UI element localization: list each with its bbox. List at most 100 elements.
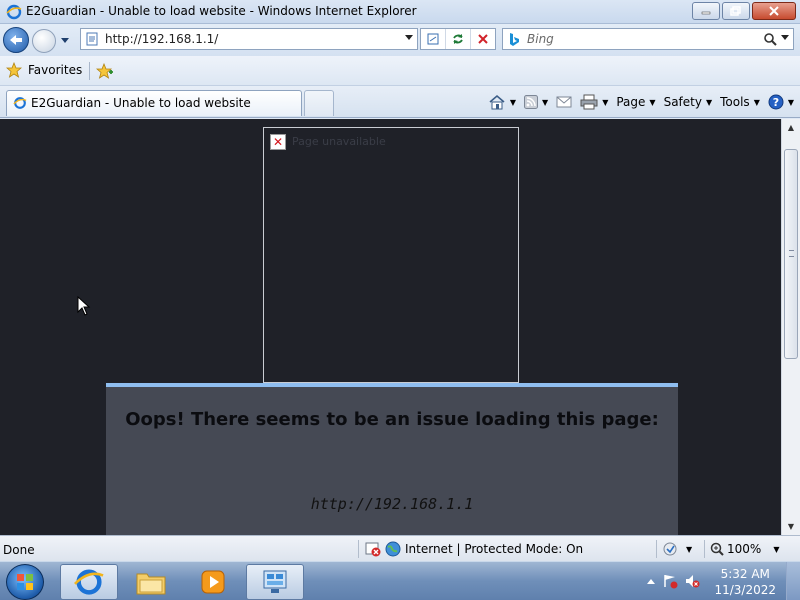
error-panel: Oops! There seems to be an issue loading… [106, 383, 678, 535]
zoom-icon [710, 542, 724, 556]
chevron-down-icon: ▼ [686, 544, 693, 554]
search-placeholder: Bing [527, 32, 554, 46]
clock[interactable]: 5:32 AM 11/3/2022 [714, 566, 776, 598]
security-zone[interactable]: Internet | Protected Mode: On [365, 541, 583, 557]
taskbar-windows-explorer[interactable] [122, 564, 180, 600]
scrollbar-grip [789, 250, 794, 257]
refresh-button[interactable] [446, 29, 471, 49]
chevron-down-icon[interactable]: ▼ [788, 98, 794, 107]
rss-feed-icon [524, 95, 539, 109]
page-menu-button[interactable]: Page ▼ [616, 95, 655, 109]
stop-icon [478, 34, 488, 44]
tools-menu-button[interactable]: Tools ▼ [720, 95, 760, 109]
scrollbar-thumb[interactable] [784, 149, 798, 359]
chevron-down-icon[interactable]: ▼ [602, 98, 608, 107]
minimize-icon [701, 11, 711, 15]
broken-frame-icon: ✕ [270, 134, 286, 150]
close-icon [769, 6, 779, 16]
search-icon[interactable] [763, 32, 777, 46]
navigation-bar: http://192.168.1.1/ Bing [0, 24, 800, 56]
ie-icon [74, 569, 104, 595]
folder-icon [136, 573, 166, 595]
zoom-level: 100% [727, 542, 762, 556]
restore-button[interactable] [722, 2, 750, 20]
title-bar: E2Guardian - Unable to load website - Wi… [0, 0, 800, 24]
zoom-button[interactable]: 100% ▼ [710, 542, 779, 556]
status-bar: Done Internet | Protected Mode: On ▼ 100… [0, 535, 800, 561]
feeds-button[interactable]: ▼ [524, 95, 548, 109]
clock-date: 11/3/2022 [714, 583, 776, 597]
help-icon: ? [768, 94, 784, 110]
home-icon [489, 94, 505, 110]
media-player-icon [201, 570, 225, 594]
compatibility-view-button[interactable] [421, 29, 446, 49]
frame-error-text: Page unavailable [292, 135, 386, 148]
security-settings-icon [663, 542, 677, 556]
chevron-down-icon[interactable] [405, 35, 413, 41]
page-content: ✕ Page unavailable Oops! There seems to … [0, 119, 781, 535]
compatibility-icon [427, 33, 439, 45]
favorites-button[interactable]: Favorites [6, 62, 82, 78]
error-heading: Oops! There seems to be an issue loading… [125, 409, 659, 430]
tab-e2guardian[interactable]: E2Guardian - Unable to load website [6, 90, 302, 116]
vertical-scrollbar[interactable]: ▲ ▼ [781, 119, 800, 535]
chevron-down-icon: ▼ [649, 97, 656, 107]
chevron-down-icon[interactable]: ▼ [510, 98, 516, 107]
close-button[interactable] [752, 2, 796, 20]
show-desktop-button[interactable] [786, 562, 800, 600]
tab-label: E2Guardian - Unable to load website [31, 96, 251, 110]
chevron-down-icon[interactable]: ▼ [542, 98, 548, 107]
read-mail-button[interactable] [556, 96, 572, 108]
scroll-down-button[interactable]: ▼ [782, 518, 800, 535]
embedded-frame: ✕ Page unavailable [263, 127, 519, 383]
print-button[interactable]: ▼ [580, 94, 608, 110]
safety-menu-button[interactable]: Safety ▼ [664, 95, 713, 109]
chevron-down-icon: ▼ [705, 97, 713, 107]
clock-time: 5:32 AM [720, 567, 770, 581]
back-arrow-icon [10, 35, 22, 45]
home-button[interactable]: ▼ [488, 94, 516, 110]
change-protected-mode-button[interactable]: ▼ [662, 541, 692, 557]
ie-icon [6, 4, 22, 20]
tab-bar: E2Guardian - Unable to load website ▼ ▼ … [0, 86, 800, 118]
error-url: http://192.168.1.1 [310, 495, 474, 513]
network-console-icon [263, 570, 287, 593]
minimize-button[interactable] [692, 2, 720, 20]
search-options-dropdown-icon[interactable] [781, 35, 789, 41]
taskbar: 5:32 AM 11/3/2022 [0, 561, 800, 600]
mouse-cursor-icon [77, 296, 91, 316]
taskbar-internet-explorer[interactable] [60, 564, 118, 600]
search-box[interactable]: Bing [502, 28, 794, 50]
zone-text: Internet | Protected Mode: On [405, 542, 584, 556]
favorites-bar: Favorites [0, 56, 800, 86]
stop-button[interactable] [471, 29, 495, 49]
action-center-icon[interactable] [662, 573, 678, 589]
status-text: Done [3, 543, 35, 557]
help-button[interactable]: ? ▼ [768, 94, 794, 110]
address-url[interactable]: http://192.168.1.1/ [105, 32, 218, 46]
protected-mode-error-icon [365, 542, 381, 557]
refresh-icon [453, 34, 463, 44]
printer-icon [580, 94, 598, 110]
address-bar[interactable]: http://192.168.1.1/ [80, 28, 418, 50]
volume-muted-icon[interactable] [684, 573, 700, 589]
page-icon [86, 32, 98, 46]
taskbar-network-app[interactable] [246, 564, 304, 600]
favorites-label: Favorites [28, 63, 83, 77]
separator [89, 62, 90, 80]
mail-icon [556, 96, 572, 108]
start-button[interactable] [6, 564, 44, 600]
show-hidden-icons-icon[interactable] [646, 577, 656, 585]
recent-pages-dropdown-icon[interactable] [60, 35, 70, 45]
taskbar-media-player[interactable] [184, 564, 242, 600]
globe-icon [385, 541, 401, 557]
forward-button[interactable] [32, 29, 56, 53]
separator [656, 540, 657, 558]
system-tray: 5:32 AM 11/3/2022 [640, 562, 800, 600]
back-button[interactable] [3, 27, 29, 53]
scroll-up-button[interactable]: ▲ [782, 119, 800, 136]
new-tab-button[interactable] [304, 90, 334, 116]
favorites-star-icon [6, 62, 22, 78]
page-menu-label: Page [616, 95, 646, 109]
add-to-favorites-bar-icon[interactable] [96, 63, 114, 79]
